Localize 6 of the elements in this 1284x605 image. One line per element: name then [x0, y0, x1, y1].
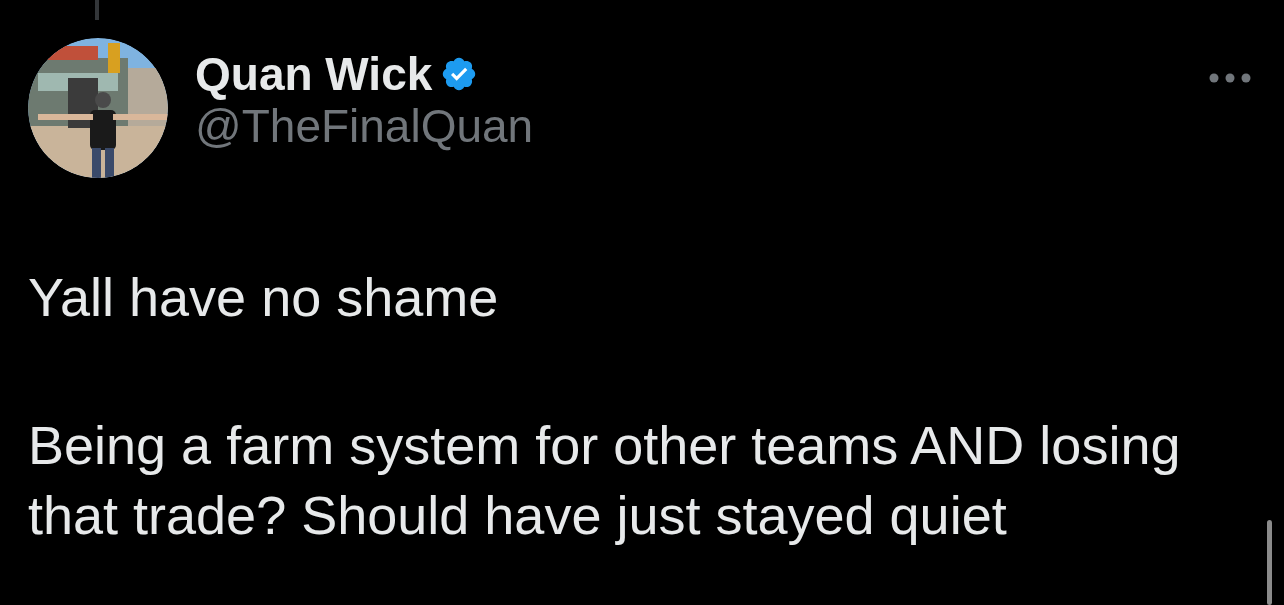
author-name[interactable]: Quan Wick	[195, 48, 433, 100]
tweet-text: Being a farm system for other teams AND losing that trade? Should have just stayed quiet	[28, 414, 1182, 547]
tweet-text: Yall have no shame	[28, 266, 500, 329]
more-icon[interactable]	[1208, 72, 1252, 84]
author-handle[interactable]: @TheFinalQuan	[195, 100, 534, 152]
scrollbar[interactable]	[1267, 520, 1272, 605]
